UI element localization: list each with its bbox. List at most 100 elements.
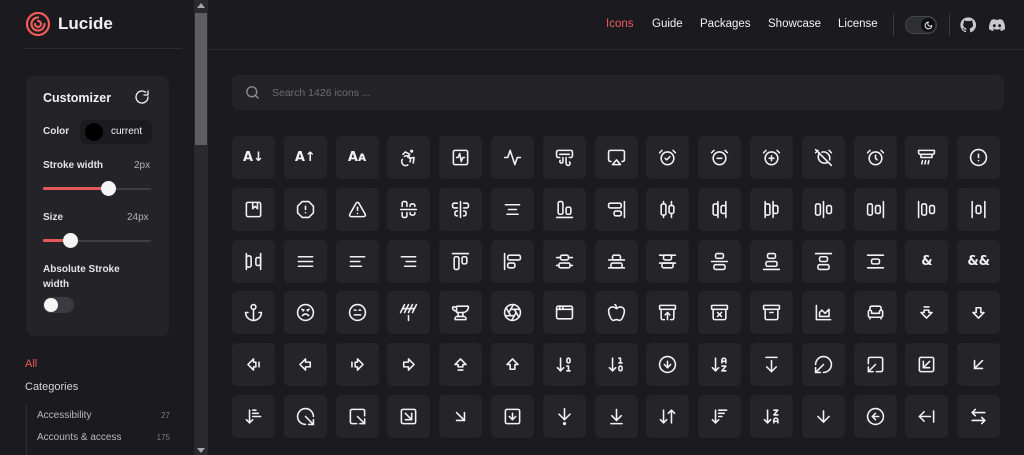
icon-tile-arrow-big-down[interactable] [957, 291, 1001, 335]
icon-tile-archive-x[interactable] [698, 291, 742, 335]
icon-tile-ampersands[interactable]: && [957, 239, 1001, 283]
icon-tile-arrow-left-right[interactable] [957, 395, 1001, 438]
icon-tile-arrow-down-left-from-circle[interactable] [801, 343, 845, 387]
icon-tile-archive-restore[interactable] [646, 291, 690, 335]
icon-tile-align-horizontal-space-between[interactable] [232, 239, 275, 283]
icon-tile-archive[interactable] [750, 291, 793, 335]
icon-tile-alert-octagon[interactable] [283, 187, 327, 231]
category-item-accessibility[interactable]: Accessibility 27 [37, 410, 177, 426]
icon-tile-arrow-down-to-dot[interactable] [542, 395, 586, 438]
icon-tile-a-large-small[interactable]: Aᴀ [335, 136, 379, 179]
icon-tile-alert-circle[interactable] [957, 136, 1001, 179]
icon-tile-arrow-down-square[interactable] [491, 395, 534, 438]
icon-tile-arrow-down-up[interactable] [646, 395, 690, 438]
color-field[interactable]: current [80, 120, 152, 144]
icon-tile-arrow-down-z-a[interactable] [750, 395, 793, 438]
color-value[interactable]: current [111, 126, 142, 137]
icon-tile-anchor[interactable] [232, 291, 275, 335]
icon-tile-align-horizontal-distribute-end[interactable] [698, 187, 742, 231]
icon-tile-arrow-down[interactable] [801, 395, 845, 438]
icon-tile-align-end-vertical[interactable] [594, 187, 638, 231]
color-swatch[interactable] [85, 123, 103, 141]
icon-tile-arrow-big-up-dash[interactable] [439, 343, 483, 387]
icon-tile-arrow-big-right-dash[interactable] [335, 343, 379, 387]
icon-tile-album[interactable] [232, 187, 275, 231]
icon-tile-arrow-big-left-dash[interactable] [232, 343, 275, 387]
icon-tile-a-arrow-down[interactable]: A↓ [232, 136, 275, 179]
search-input[interactable]: Search 1426 icons ... [232, 75, 1004, 110]
icon-tile-arrow-big-left[interactable] [283, 343, 327, 387]
category-all[interactable]: All [25, 358, 37, 370]
icon-tile-align-end-horizontal[interactable] [542, 187, 586, 231]
icon-tile-accessibility[interactable] [387, 136, 431, 179]
icon-tile-arrow-down-circle[interactable] [646, 343, 690, 387]
icon-tile-app-window[interactable] [542, 291, 586, 335]
icon-tile-arrow-down-right-from-square[interactable] [335, 395, 379, 438]
icon-tile-ampersand[interactable]: & [905, 239, 949, 283]
icon-tile-a-arrow-up[interactable]: A↑ [283, 136, 327, 179]
icon-tile-align-left[interactable] [335, 239, 379, 283]
icon-tile-arrow-big-right[interactable] [387, 343, 431, 387]
icon-tile-align-justify[interactable] [283, 239, 327, 283]
icon-tile-align-horizontal-justify-center[interactable] [801, 187, 845, 231]
nav-icons[interactable]: Icons [606, 18, 634, 30]
icon-tile-arrow-down-left-square[interactable] [905, 343, 949, 387]
icon-tile-arrow-down-right[interactable] [439, 395, 483, 438]
stroke-width-slider[interactable] [43, 181, 151, 196]
icon-tile-alarm-clock-plus[interactable] [750, 136, 793, 179]
nav-packages[interactable]: Packages [700, 18, 751, 30]
icon-tile-align-right[interactable] [387, 239, 431, 283]
icon-tile-alarm-clock[interactable] [853, 136, 897, 179]
nav-showcase[interactable]: Showcase [768, 18, 821, 30]
icon-tile-arrow-left-from-line[interactable] [905, 395, 949, 438]
category-item-accounts[interactable]: Accounts & access 175 [37, 432, 177, 448]
icon-tile-align-vertical-justify-center[interactable] [698, 239, 742, 283]
icon-tile-arrow-big-up[interactable] [491, 343, 534, 387]
icon-tile-airplay[interactable] [594, 136, 638, 179]
icon-tile-arrow-big-down-dash[interactable] [905, 291, 949, 335]
icon-tile-arrow-down-right-square[interactable] [387, 395, 431, 438]
icon-tile-arrow-down-wide-narrow[interactable] [698, 395, 742, 438]
icon-tile-arrow-down-left[interactable] [957, 343, 1001, 387]
icon-tile-area-chart[interactable] [801, 291, 845, 335]
scroll-thumb[interactable] [195, 13, 207, 145]
icon-tile-align-center-horizontal[interactable] [387, 187, 431, 231]
icon-tile-align-center[interactable] [491, 187, 534, 231]
icon-tile-apple[interactable] [594, 291, 638, 335]
slider-thumb[interactable] [100, 181, 116, 196]
icon-tile-aperture[interactable] [491, 291, 534, 335]
reset-icon[interactable] [134, 89, 150, 105]
icon-tile-annoyed[interactable] [335, 291, 379, 335]
icon-tile-arrow-down-a-z[interactable] [698, 343, 742, 387]
icon-tile-align-horizontal-distribute-center[interactable] [646, 187, 690, 231]
nav-license[interactable]: License [838, 18, 878, 30]
icon-tile-arrow-left-circle[interactable] [853, 395, 897, 438]
icon-tile-arrow-down-0-1[interactable] [542, 343, 586, 387]
icon-tile-arrow-down-left-from-square[interactable] [853, 343, 897, 387]
sidebar-scrollbar[interactable] [194, 0, 208, 455]
icon-tile-arrow-down-narrow-wide[interactable] [232, 395, 275, 438]
icon-tile-air-vent[interactable] [542, 136, 586, 179]
icon-tile-activity-square[interactable] [439, 136, 483, 179]
slider-thumb[interactable] [63, 233, 78, 248]
icon-tile-align-vertical-justify-start[interactable] [801, 239, 845, 283]
icon-tile-anvil[interactable] [439, 291, 483, 335]
icon-tile-align-vertical-distribute-center[interactable] [542, 239, 586, 283]
icon-tile-align-vertical-justify-end[interactable] [750, 239, 793, 283]
icon-tile-antenna[interactable] [387, 291, 431, 335]
icon-tile-align-vertical-space-around[interactable] [853, 239, 897, 283]
icon-tile-arrow-down-to-line[interactable] [594, 395, 638, 438]
icon-tile-alert-triangle[interactable] [335, 187, 379, 231]
github-icon[interactable] [960, 17, 976, 33]
icon-tile-arrow-down-right-from-circle[interactable] [283, 395, 327, 438]
icon-tile-align-start-vertical[interactable] [491, 239, 534, 283]
icon-tile-align-vertical-distribute-start[interactable] [646, 239, 690, 283]
logo[interactable]: Lucide [26, 12, 113, 36]
absolute-stroke-toggle[interactable] [43, 297, 74, 313]
discord-icon[interactable] [989, 17, 1005, 33]
theme-toggle[interactable] [905, 16, 937, 34]
icon-tile-alarm-check[interactable] [646, 136, 690, 179]
size-slider[interactable] [43, 233, 151, 248]
icon-tile-align-start-horizontal[interactable] [439, 239, 483, 283]
icon-tile-activity[interactable] [491, 136, 534, 179]
